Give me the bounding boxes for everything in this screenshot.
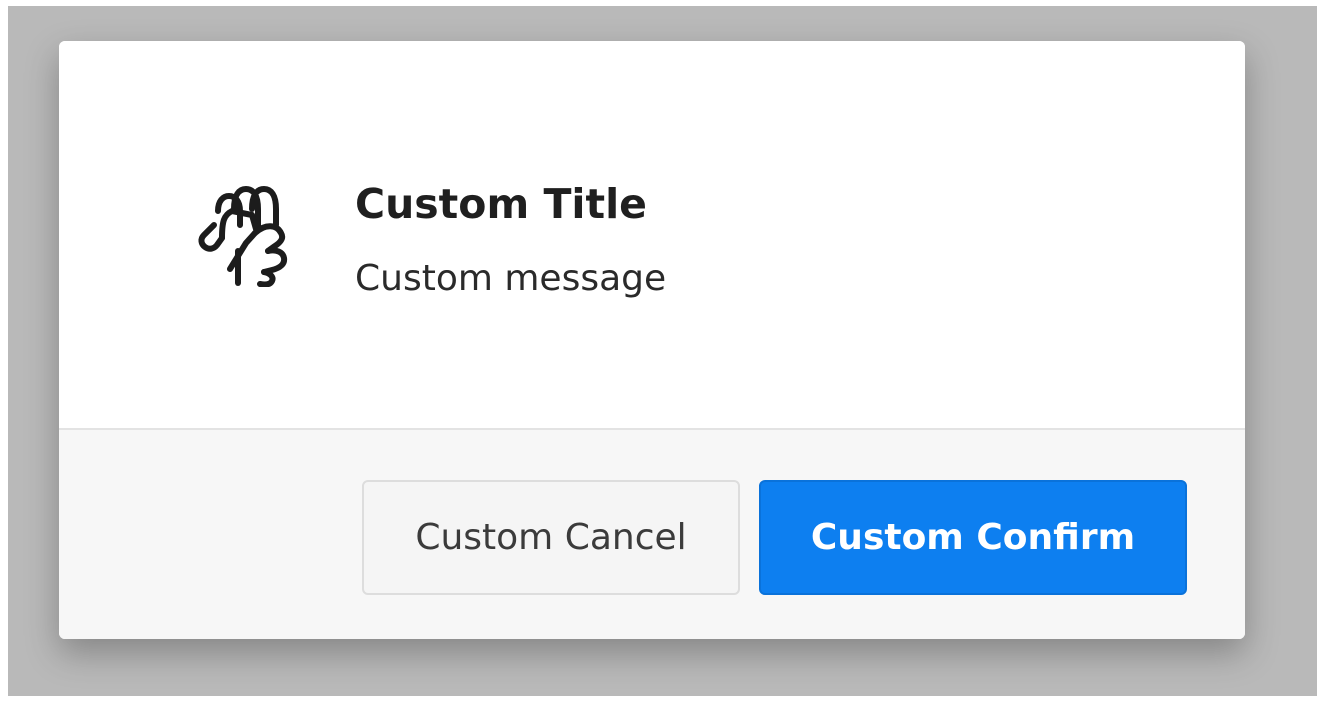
- page: Custom Title Custom message Custom Cance…: [0, 0, 1317, 721]
- confirm-button[interactable]: Custom Confirm: [759, 480, 1187, 595]
- cancel-button[interactable]: Custom Cancel: [362, 480, 740, 595]
- dialog-message: Custom message: [355, 258, 667, 299]
- dialog-footer: Custom Cancel Custom Confirm: [59, 428, 1245, 639]
- waving-hand-icon: [186, 167, 306, 287]
- confirm-dialog: Custom Title Custom message Custom Cance…: [59, 41, 1245, 639]
- dialog-text: Custom Title Custom message: [355, 177, 666, 303]
- dialog-body: Custom Title Custom message: [59, 41, 1245, 428]
- dialog-title: Custom Title: [355, 180, 647, 228]
